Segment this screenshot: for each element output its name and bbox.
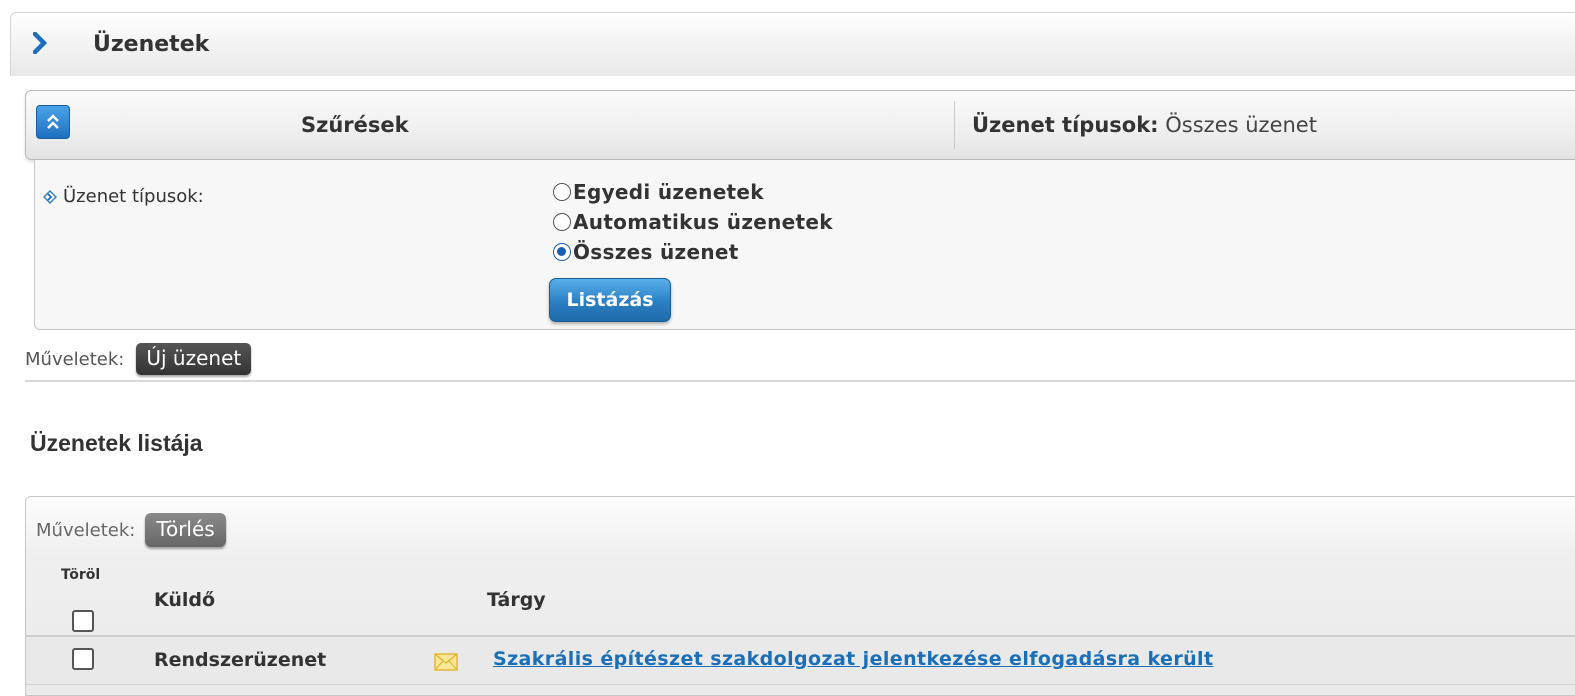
radio-button[interactable] bbox=[553, 213, 571, 231]
row-sender: Rendszerüzenet bbox=[154, 649, 327, 671]
filter-summary-value: Összes üzenet bbox=[1165, 113, 1317, 137]
table-row: Rendszerüzenet Szakrális építészet szakd… bbox=[26, 635, 1575, 685]
actions-row: Műveletek: Új üzenet bbox=[25, 343, 252, 375]
double-chevron-up-icon bbox=[47, 114, 59, 129]
list-button[interactable]: Listázás bbox=[549, 278, 671, 322]
filter-summary-label: Üzenet típusok: bbox=[972, 113, 1159, 137]
filter-divider bbox=[954, 101, 955, 149]
messages-table: Műveletek: Törlés Töröl Küldő Tárgy Rend… bbox=[25, 496, 1575, 696]
page-title: Üzenetek bbox=[93, 32, 210, 57]
column-header-subject[interactable]: Tárgy bbox=[487, 589, 546, 611]
table-actions-label: Műveletek: bbox=[36, 519, 136, 541]
select-all-checkbox[interactable] bbox=[72, 610, 94, 632]
message-type-label-text: Üzenet típusok: bbox=[63, 186, 204, 207]
radio-button-checked[interactable] bbox=[553, 243, 571, 261]
row-checkbox[interactable] bbox=[72, 648, 94, 670]
divider bbox=[25, 380, 1575, 382]
column-header-sender[interactable]: Küldő bbox=[154, 589, 215, 611]
filter-panel: Üzenet típusok: Egyedi üzenetek Automati… bbox=[34, 160, 1575, 330]
row-subject-link[interactable]: Szakrális építészet szakdolgozat jelentk… bbox=[493, 648, 1213, 670]
table-actions-row: Műveletek: Törlés bbox=[36, 513, 226, 547]
diamond-bullet-icon bbox=[43, 189, 57, 204]
radio-button[interactable] bbox=[553, 183, 571, 201]
radio-label: Összes üzenet bbox=[573, 240, 739, 264]
radio-option-automatikus[interactable]: Automatikus üzenetek bbox=[553, 210, 833, 234]
mail-icon bbox=[434, 653, 458, 671]
radio-label: Automatikus üzenetek bbox=[573, 210, 833, 234]
radio-option-osszes[interactable]: Összes üzenet bbox=[553, 240, 739, 264]
column-header-delete: Töröl bbox=[61, 567, 101, 583]
filter-summary: Üzenet típusok: Összes üzenet bbox=[972, 113, 1317, 137]
list-title: Üzenetek listája bbox=[30, 430, 203, 456]
filter-title: Szűrések bbox=[301, 113, 409, 137]
delete-button[interactable]: Törlés bbox=[145, 513, 226, 547]
collapse-filter-button[interactable] bbox=[36, 105, 70, 139]
filter-bar: Szűrések Üzenet típusok: Összes üzenet bbox=[25, 90, 1575, 160]
actions-label: Műveletek: bbox=[25, 348, 125, 370]
radio-label: Egyedi üzenetek bbox=[573, 180, 764, 204]
message-type-label: Üzenet típusok: bbox=[43, 186, 204, 207]
page-header: Üzenetek bbox=[10, 12, 1575, 76]
radio-option-egyedi[interactable]: Egyedi üzenetek bbox=[553, 180, 764, 204]
chevron-right-icon bbox=[33, 32, 47, 54]
new-message-button[interactable]: Új üzenet bbox=[136, 343, 252, 375]
